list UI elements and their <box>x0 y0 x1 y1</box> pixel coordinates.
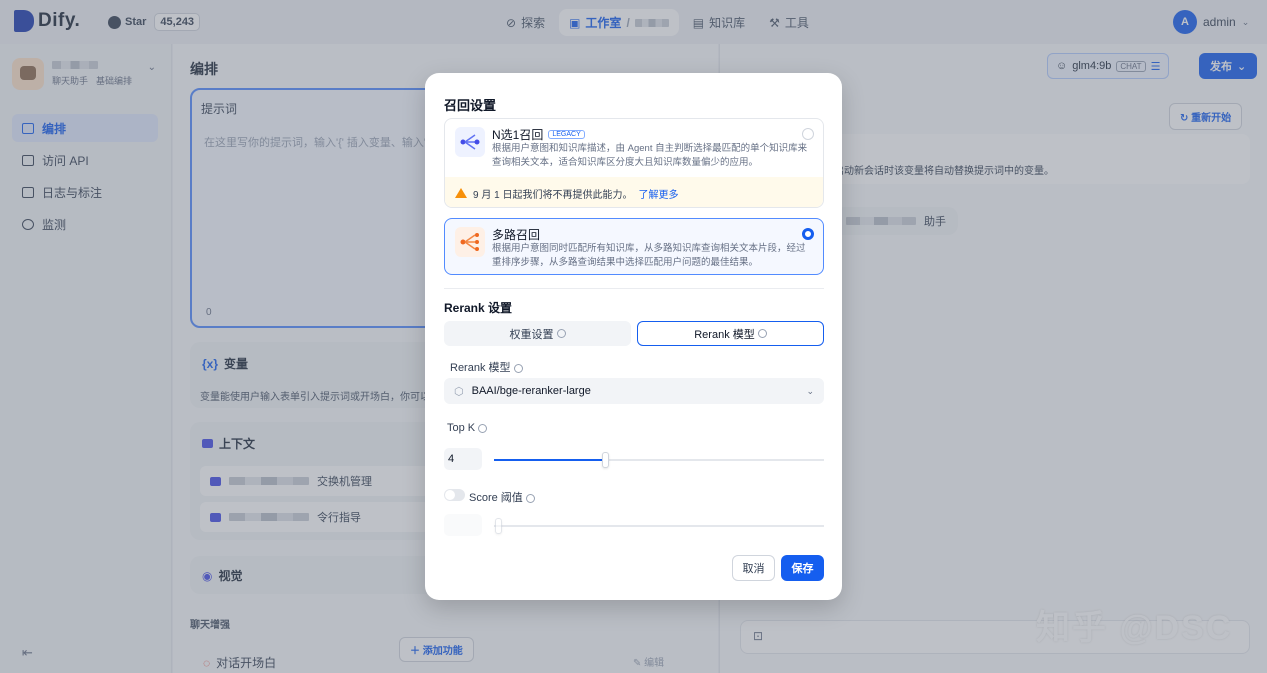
save-button[interactable]: 保存 <box>781 555 824 581</box>
multi-retrieval-option[interactable]: 多路召回 根据用户意图同时匹配所有知识库，从多路知识库查询相关文本片段，经过重排… <box>444 218 824 275</box>
learn-more-link[interactable]: 了解更多 <box>638 186 678 201</box>
rerank-model-select[interactable]: ⬡ BAAI/bge-reranker-large ⌄ <box>444 378 824 404</box>
topk-slider[interactable] <box>494 452 824 468</box>
deprecation-warning: 9 月 1 日起我们将不再提供此能力。 了解更多 <box>445 177 823 207</box>
score-threshold-label: Score 阈值 <box>469 489 535 505</box>
tab-label: 权重设置 <box>509 328 554 341</box>
tab-weight-settings[interactable]: 权重设置 <box>444 321 631 346</box>
option-title: N选1召回 <box>492 128 544 142</box>
cube-icon: ⬡ <box>454 385 464 398</box>
score-threshold-toggle[interactable] <box>444 489 465 501</box>
legacy-badge: LEGACY <box>548 130 585 139</box>
topk-slider-thumb[interactable] <box>602 452 609 468</box>
tab-rerank-model[interactable]: Rerank 模型 <box>637 321 824 346</box>
option-title: 多路召回 <box>492 228 541 242</box>
tab-label: Rerank 模型 <box>694 328 755 341</box>
retrieval-settings-modal: 召回设置 N选1召回 LEGACY 根据用户意图和知识库描述，由 Agent 自… <box>425 73 842 600</box>
topk-label: Top K <box>447 422 488 434</box>
option-description: 根据用户意图和知识库描述，由 Agent 自主判断选择最匹配的单个知识库来查询相… <box>492 143 808 168</box>
topk-slider-fill <box>494 459 605 461</box>
multi-retrieval-radio[interactable] <box>802 228 814 240</box>
single-route-icon <box>455 127 485 157</box>
option-description: 根据用户意图同时匹配所有知识库，从多路知识库查询相关文本片段，经过重排序步骤，从… <box>492 243 806 268</box>
single-retrieval-option[interactable]: N选1召回 LEGACY 根据用户意图和知识库描述，由 Agent 自主判断选择… <box>444 118 824 208</box>
help-icon[interactable] <box>478 423 488 433</box>
help-icon[interactable] <box>556 329 566 338</box>
modal-title: 召回设置 <box>444 98 497 113</box>
multi-route-icon <box>455 227 485 257</box>
rerank-model-label-text: Rerank 模型 <box>450 362 511 374</box>
rerank-model-value: BAAI/bge-reranker-large <box>471 385 591 397</box>
divider <box>444 288 824 289</box>
warning-text: 9 月 1 日起我们将不再提供此能力。 <box>473 189 633 201</box>
score-threshold-input[interactable] <box>444 514 482 536</box>
cancel-button[interactable]: 取消 <box>732 555 775 581</box>
help-icon[interactable] <box>757 329 767 338</box>
rerank-model-label: Rerank 模型 <box>450 359 523 375</box>
topk-label-text: Top K <box>447 422 476 434</box>
score-slider-thumb[interactable] <box>495 518 502 534</box>
help-icon[interactable] <box>513 363 523 373</box>
score-threshold-slider[interactable] <box>494 518 824 534</box>
topk-input[interactable]: 4 <box>444 448 482 470</box>
rerank-settings-title: Rerank 设置 <box>444 301 513 315</box>
score-label-text: Score 阈值 <box>469 492 523 504</box>
chevron-down-icon: ⌄ <box>806 385 814 396</box>
warning-icon <box>455 188 467 198</box>
help-icon[interactable] <box>525 493 535 503</box>
single-retrieval-radio[interactable] <box>802 128 814 140</box>
